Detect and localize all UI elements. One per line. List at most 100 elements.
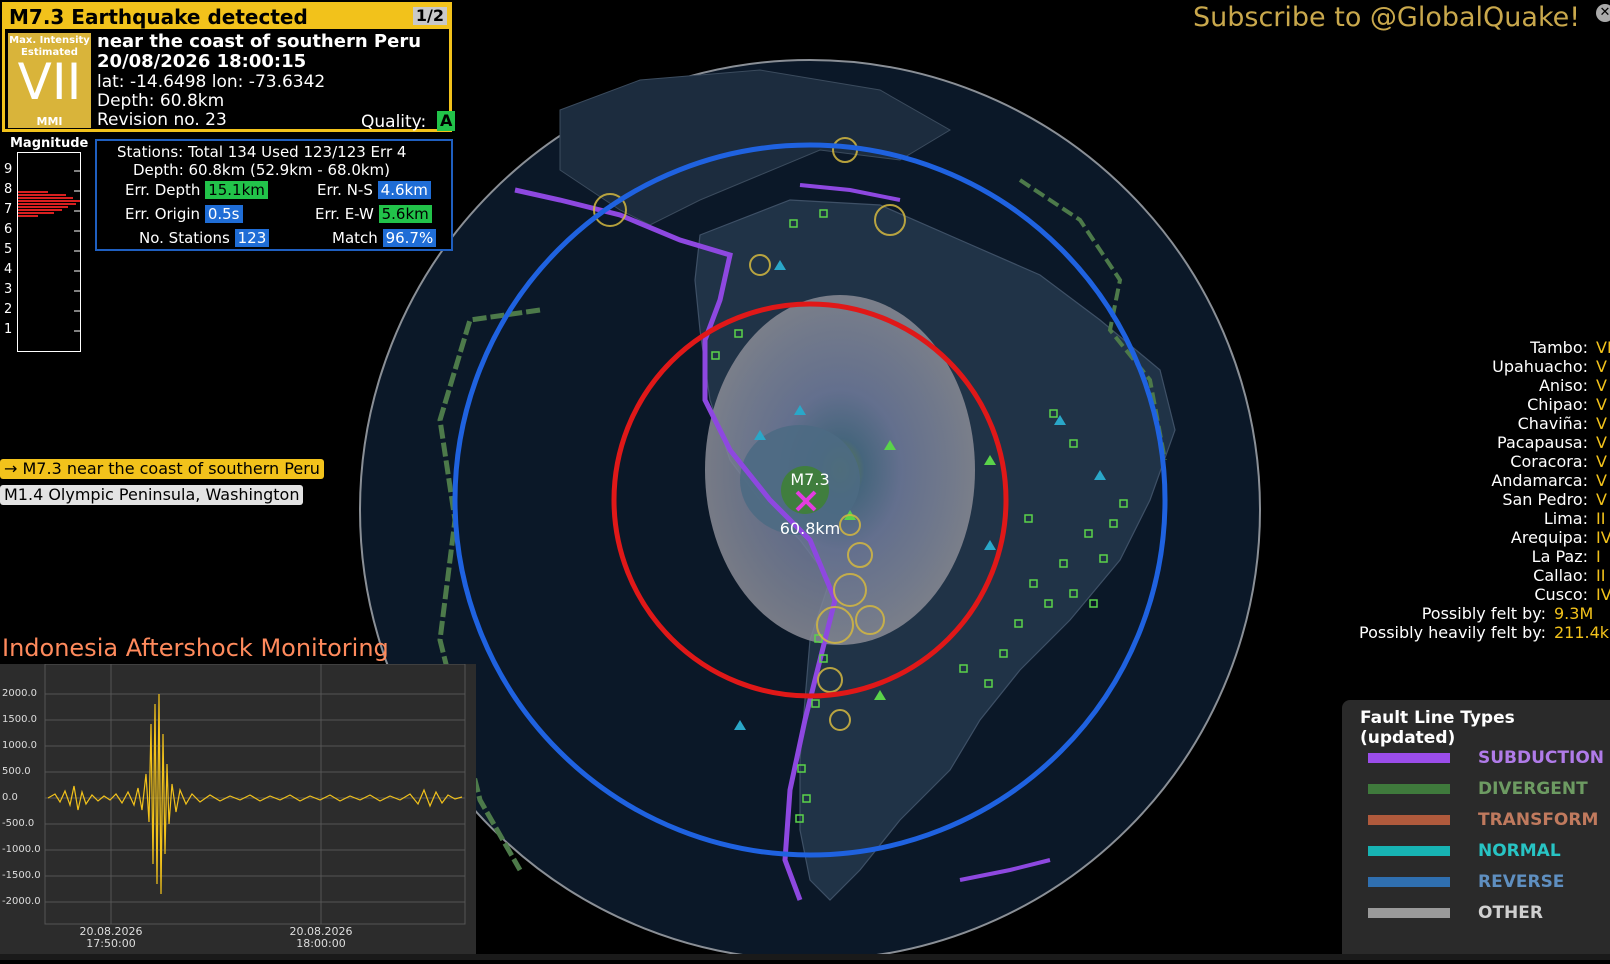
y-tick: -2000.0 [2, 896, 41, 907]
y-tick: 2000.0 [2, 688, 37, 699]
epicenter-magnitude: M7.3 [790, 470, 829, 489]
err-ns-value: 4.6km [377, 181, 431, 199]
intensity-place: Callao: [1533, 566, 1588, 585]
intensity-place: Pacapausa: [1497, 433, 1588, 452]
intensity-value: 9.3M [1554, 604, 1594, 623]
intensity-value: V [1596, 433, 1607, 452]
mmi-unit: MMI [36, 115, 63, 128]
y-tick: 1500.0 [2, 714, 37, 725]
intensity-row: Callao: II [1533, 566, 1610, 585]
intensity-row: Chipao: V [1527, 395, 1610, 414]
seismogram-plot [44, 663, 466, 925]
intensity-row: La Paz: I [1532, 547, 1610, 566]
alert-page-indicator[interactable]: 1/2 [412, 7, 447, 25]
intensity-value: V [1596, 376, 1607, 395]
err-ns-label: Err. N-S [317, 181, 373, 199]
intensity-row: Coracora: V [1510, 452, 1610, 471]
epicenter-depth: 60.8km [780, 519, 840, 538]
alert-panel: M7.3 Earthquake detected 1/2 Max. Intens… [2, 2, 456, 132]
legend-swatch [1368, 877, 1450, 887]
intensity-row: Upahuacho: V [1492, 357, 1610, 376]
alert-datetime: 20/08/2026 18:00:15 [97, 51, 307, 72]
intensity-place: Coracora: [1510, 452, 1588, 471]
alert-depth: Depth: 60.8km [97, 91, 225, 111]
quality-label: Quality: [361, 112, 427, 132]
y-tick: 1000.0 [2, 740, 37, 751]
intensity-place: Possibly heavily felt by: [1359, 623, 1546, 642]
legend-label: NORMAL [1478, 841, 1561, 861]
intensity-value: VI [1596, 338, 1610, 357]
close-icon[interactable]: ✕ [1596, 4, 1610, 22]
intensity-row: Pacapausa: V [1497, 433, 1610, 452]
magnitude-title: Magnitude [10, 136, 89, 151]
intensity-value: II [1596, 566, 1606, 585]
subscribe-banner: Subscribe to @GlobalQuake! [1193, 2, 1581, 33]
y-tick: -1500.0 [2, 870, 41, 881]
quality-badge: A [437, 111, 456, 131]
intensity-place: Cusco: [1534, 585, 1588, 604]
intensity-value: I [1596, 547, 1601, 566]
bottom-progress-bar [0, 954, 1610, 960]
fault-legend: Fault Line Types (updated) SUBDUCTION DIV… [1342, 700, 1610, 960]
intensity-row: Possibly heavily felt by: 211.4k [1359, 623, 1610, 642]
mag-tick: 9 [4, 162, 13, 177]
legend-swatch [1368, 846, 1450, 856]
intensity-place: Tambo: [1530, 338, 1588, 357]
magnitude-histogram [17, 152, 81, 352]
legend-swatch [1368, 753, 1450, 763]
x-tick: 20.08.2026 17:50:00 [79, 925, 143, 950]
intensity-row: Chaviña: V [1518, 414, 1610, 433]
intensity-place: La Paz: [1531, 547, 1588, 566]
depth-range: Depth: 60.8km (52.9km - 68.0km) [133, 161, 391, 179]
err-ew-label: Err. E-W [315, 205, 374, 223]
intensity-row: San Pedro: V [1502, 490, 1610, 509]
mag-tick: 3 [4, 282, 13, 297]
no-stations-value: 123 [234, 229, 270, 247]
intensity-place: Chaviña: [1517, 414, 1588, 433]
event-item[interactable]: M1.4 Olympic Peninsula, Washington [0, 485, 304, 505]
match-label: Match [332, 229, 378, 247]
legend-label: SUBDUCTION [1478, 748, 1604, 768]
mag-tick: 8 [4, 182, 13, 197]
y-tick: -500.0 [2, 818, 35, 829]
match-value: 96.7% [382, 229, 437, 247]
alert-coords: lat: -14.6498 lon: -73.6342 [97, 72, 326, 92]
err-origin-label: Err. Origin [125, 205, 201, 223]
intensity-value: IV [1596, 528, 1610, 547]
intensity-value: 211.4k [1554, 623, 1610, 642]
intensity-place: Arequipa: [1510, 528, 1588, 547]
intensity-row: Lima: II [1544, 509, 1610, 528]
alert-title: M7.3 Earthquake detected [5, 5, 449, 29]
mag-tick: 6 [4, 222, 13, 237]
err-depth-value: 15.1km [205, 181, 268, 199]
mag-tick: 7 [4, 202, 13, 217]
event-item-active[interactable]: → M7.3 near the coast of southern Peru [0, 459, 324, 479]
magnitude-histogram-bars [18, 170, 80, 332]
mag-tick: 1 [4, 322, 13, 337]
legend-swatch [1368, 784, 1450, 794]
intensity-place: Possibly felt by: [1421, 604, 1546, 623]
stats-panel: Stations: Total 134 Used 123/123 Err 4 D… [95, 139, 453, 251]
intensity-row: Cusco: IV [1534, 585, 1610, 604]
alert-revision: Revision no. 23 [97, 110, 227, 130]
intensity-value: II [1596, 509, 1606, 528]
seismogram-title: Indonesia Aftershock Monitoring [2, 634, 389, 662]
alert-region: near the coast of southern Peru [97, 31, 422, 52]
intensity-value: V [1596, 490, 1607, 509]
y-tick: -1000.0 [2, 844, 41, 855]
mag-tick: 4 [4, 262, 13, 277]
intensity-place: Upahuacho: [1492, 357, 1588, 376]
intensity-value: V [1596, 414, 1607, 433]
err-ew-value: 5.6km [378, 205, 432, 223]
intensity-value: V [1596, 357, 1607, 376]
intensity-row: Andamarca: V [1491, 471, 1610, 490]
stations-summary: Stations: Total 134 Used 123/123 Err 4 [117, 143, 407, 161]
legend-label: REVERSE [1478, 872, 1565, 892]
legend-label: OTHER [1478, 903, 1543, 923]
intensity-value: V [1596, 471, 1607, 490]
mmi-value: VII [17, 53, 82, 111]
mag-tick: 2 [4, 302, 13, 317]
intensity-row: Possibly felt by: 9.3M [1422, 604, 1610, 623]
intensity-value: V [1596, 452, 1607, 471]
intensity-value: IV [1596, 585, 1610, 604]
